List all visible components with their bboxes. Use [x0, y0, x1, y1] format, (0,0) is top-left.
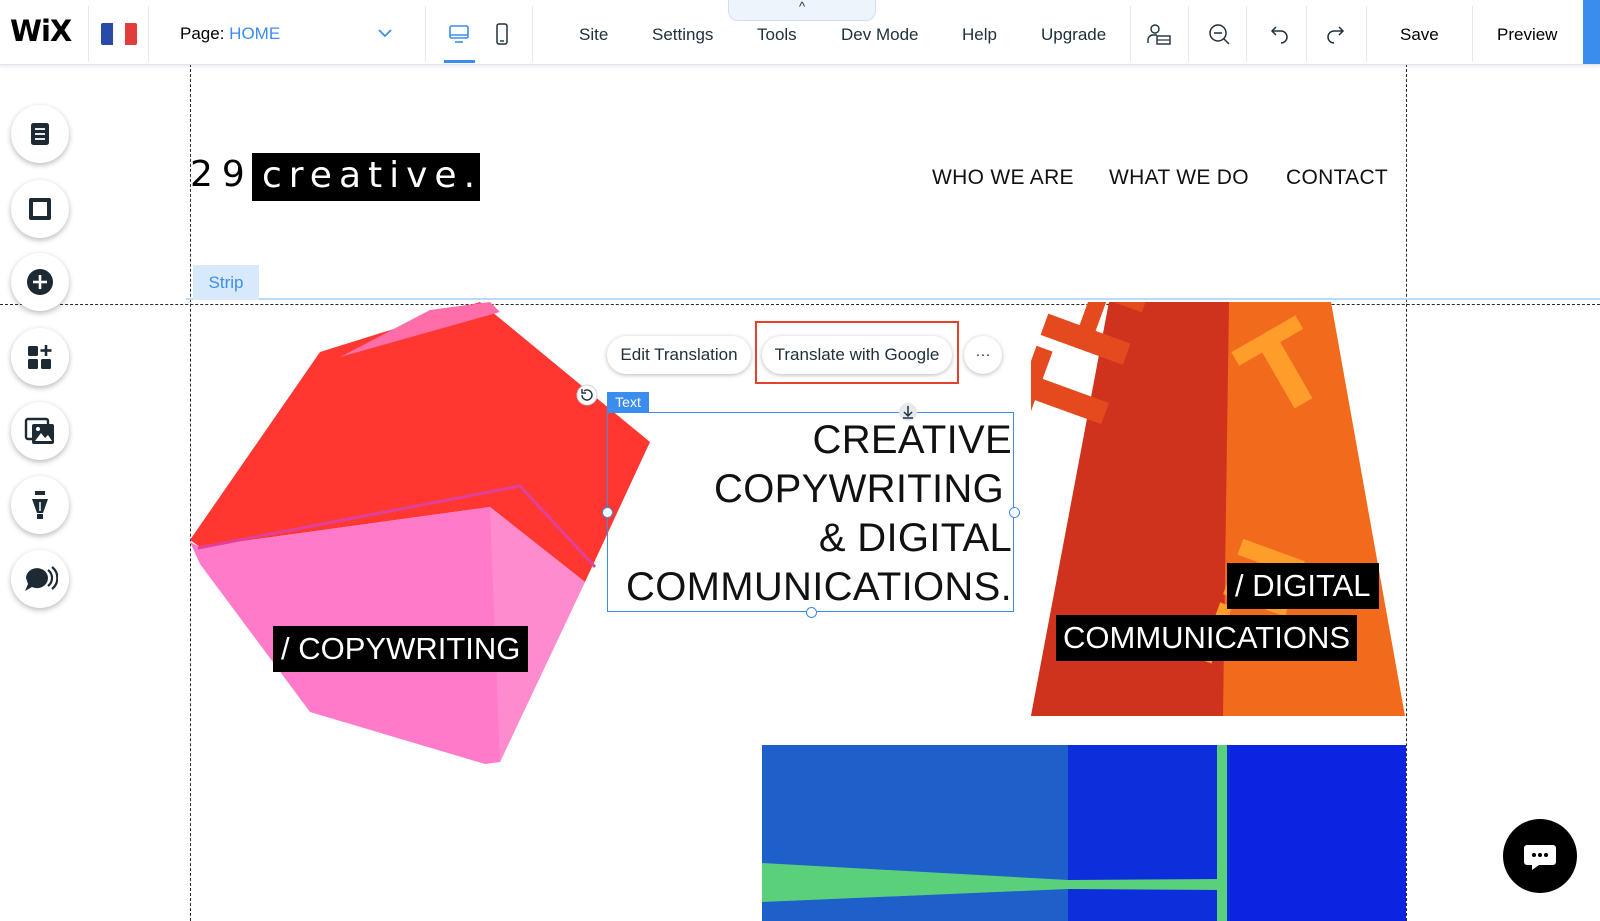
speech-bubble-icon [25, 566, 58, 591]
active-view-indicator [444, 60, 475, 63]
desktop-view-icon[interactable] [447, 22, 471, 46]
resize-handle-bottom[interactable] [806, 607, 817, 618]
rotate-icon[interactable] [576, 384, 598, 406]
menu-tools[interactable]: Tools [757, 25, 797, 45]
pages-button[interactable] [11, 105, 69, 163]
label-digital: / DIGITAL [1227, 563, 1379, 609]
publish-button[interactable] [1583, 0, 1600, 64]
chat-bubble-icon [1524, 845, 1556, 870]
edit-translation-button[interactable]: Edit Translation [607, 336, 751, 374]
mobile-view-icon[interactable] [490, 22, 514, 46]
page-selector[interactable]: Page: HOME [180, 24, 280, 44]
strip-top-border [186, 298, 1600, 300]
collaborators-icon[interactable] [1146, 21, 1172, 47]
headline-line-2: COPYWRITING [714, 467, 1004, 511]
more-actions-button[interactable]: ··· [964, 336, 1002, 374]
menu-dev-mode[interactable]: Dev Mode [841, 25, 918, 45]
brand-number: 29 [190, 154, 254, 195]
brand-word: creative. [262, 155, 483, 196]
add-apps-icon [28, 345, 52, 369]
france-flag-icon[interactable] [101, 23, 137, 45]
redo-icon[interactable] [1324, 21, 1350, 47]
background-icon [29, 198, 51, 220]
headline-line-3: & DIGITAL [818, 516, 1012, 560]
label-copywriting: / COPYWRITING [273, 626, 529, 672]
headline-line-1: CREATIVE [812, 418, 1012, 462]
stretch-down-icon[interactable] [898, 402, 918, 422]
nav-who-we-are[interactable]: WHO WE ARE [932, 166, 1074, 190]
menu-site[interactable]: Site [579, 25, 608, 45]
add-elements-button[interactable] [11, 253, 69, 311]
wix-logo[interactable]: WiX [10, 14, 72, 48]
add-icon [27, 269, 53, 295]
resize-handle-right[interactable] [1009, 507, 1020, 518]
pages-icon [31, 123, 49, 145]
nav-what-we-do[interactable]: WHAT WE DO [1109, 166, 1249, 190]
editor-top-bar: WiX Page: HOME ^ Site Settings Tools Dev… [0, 0, 1600, 65]
menu-help[interactable]: Help [962, 25, 997, 45]
background-button[interactable] [11, 180, 69, 238]
add-apps-button[interactable] [11, 328, 69, 386]
menu-upgrade[interactable]: Upgrade [1041, 25, 1106, 45]
page-value: HOME [229, 24, 281, 43]
save-button[interactable]: Save [1400, 25, 1439, 45]
pink-red-cube-image[interactable] [190, 302, 656, 766]
nav-contact[interactable]: CONTACT [1286, 166, 1388, 190]
chat-button[interactable] [11, 550, 69, 608]
right-gridline [1406, 64, 1407, 921]
page-label: Page: [180, 24, 225, 43]
zoom-out-icon[interactable] [1206, 21, 1232, 47]
pen-nib-icon [32, 491, 48, 519]
blog-button[interactable] [11, 476, 69, 534]
headline-line-4: COMMUNICATIONS. [626, 565, 1012, 609]
chat-widget-button[interactable] [1503, 819, 1577, 893]
media-button[interactable] [11, 402, 69, 460]
headline-text[interactable]: CREATIVE COPYWRITING & DIGITAL COMMUNICA… [626, 416, 1012, 612]
media-icon [24, 417, 54, 444]
undo-icon[interactable] [1265, 21, 1291, 47]
label-communications: COMMUNICATIONS [1056, 615, 1358, 661]
resize-handle-left[interactable] [602, 507, 613, 518]
menu-settings[interactable]: Settings [652, 25, 713, 45]
blue-green-image[interactable] [762, 745, 1406, 921]
preview-button[interactable]: Preview [1497, 25, 1557, 45]
toolbar-collapse-tab[interactable]: ^ [728, 0, 876, 21]
highlight-box [755, 321, 959, 384]
chevron-down-icon[interactable] [378, 26, 392, 40]
strip-label[interactable]: Strip [193, 265, 259, 300]
selection-tag: Text [607, 392, 649, 412]
